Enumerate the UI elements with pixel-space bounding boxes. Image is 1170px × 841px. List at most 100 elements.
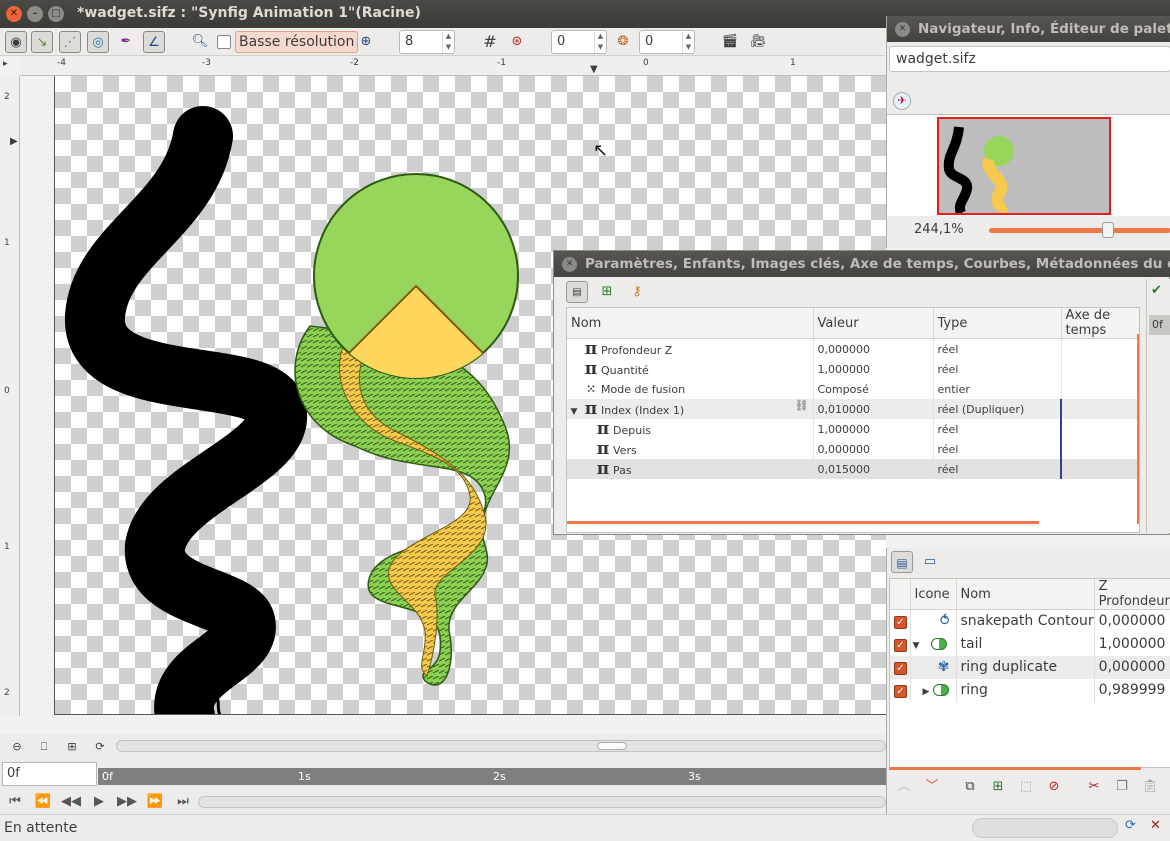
param-row[interactable]: ▼ π Index (Index 1) ⛓ 0,010000 réel (Dupliq…	[567, 399, 1139, 419]
radius-ducks-icon[interactable]: ◎	[87, 31, 109, 53]
layer-visible-checkbox[interactable]: ✓	[894, 662, 907, 675]
horizontal-scrollbar[interactable]	[116, 740, 886, 752]
expander-icon[interactable]: ▼	[567, 407, 581, 417]
layer-row[interactable]: ✓ ▼ tail 1,000000	[890, 632, 1170, 656]
onion-skin-icon[interactable]: ❂	[612, 31, 634, 53]
close-window-button[interactable]: ✕	[6, 6, 22, 22]
lock-icon[interactable]: ⎕	[33, 736, 55, 758]
zoom-icon[interactable]: 🔍︎	[189, 31, 211, 53]
zoom-out-icon[interactable]: ⊖	[6, 736, 28, 758]
col-header-value[interactable]: Valeur	[813, 308, 934, 339]
file-select[interactable]: wadget.sifz	[889, 46, 1170, 72]
paste-icon[interactable]: 📋︎	[1139, 776, 1161, 798]
layer-visible-checkbox[interactable]: ✓	[894, 639, 907, 652]
encapsulate-icon[interactable]: ⊞	[987, 776, 1009, 798]
minimize-window-button[interactable]: –	[27, 6, 43, 22]
snap-grid-icon[interactable]: ⊛	[506, 31, 528, 53]
scrollbar-thumb[interactable]	[597, 742, 627, 750]
col-header-type[interactable]: Type	[933, 308, 1062, 339]
param-row[interactable]: π Depuis 1,000000 réel	[567, 419, 1139, 439]
play-icon[interactable]: ▶	[88, 791, 110, 813]
col-header-name[interactable]: Nom	[956, 579, 1095, 610]
param-row[interactable]: π Pas 0,015000 réel	[567, 459, 1139, 479]
raise-layer-icon[interactable]: ︿	[893, 776, 915, 798]
angle-ducks-icon[interactable]: ∠	[143, 31, 165, 53]
param-value[interactable]: 0,000000	[813, 439, 934, 459]
layer-visible-checkbox[interactable]: ✓	[894, 685, 907, 698]
library-tab-icon[interactable]: ✔	[1151, 283, 1162, 298]
viewport-rect[interactable]	[937, 117, 1111, 217]
grid-icon[interactable]: #	[479, 31, 501, 53]
layer-name[interactable]: ring	[956, 678, 1095, 702]
vertex-ducks-icon[interactable]: ⋰	[59, 31, 81, 53]
onion-skin-future-spinner[interactable]: 0 ▲ ▼	[639, 30, 695, 54]
param-value[interactable]: 0,015000	[813, 459, 934, 479]
close-panel-button[interactable]: ✕	[562, 256, 577, 272]
snakepath-shape	[65, 106, 307, 714]
preview-icon[interactable]: 🎥︎	[747, 31, 769, 53]
col-header-timetrack[interactable]: Axe de temps	[1061, 308, 1139, 339]
param-row[interactable]: π Quantité 1,000000 réel	[567, 359, 1139, 379]
width-ducks-icon[interactable]: ✒	[115, 31, 137, 53]
grid-view-icon[interactable]: ⊞	[61, 736, 83, 758]
current-time-input[interactable]: 0f	[2, 762, 97, 786]
layer-name[interactable]: snakepath Contour	[956, 609, 1095, 633]
ruler-toggle-icon[interactable]: ▸	[3, 59, 8, 69]
layer-row[interactable]: ✓ ✾ ring duplicate 0,000000	[890, 655, 1170, 679]
layer-visible-checkbox[interactable]: ✓	[894, 616, 907, 630]
param-value[interactable]: Composé	[813, 379, 934, 399]
param-value[interactable]: 0,000000	[813, 338, 934, 359]
param-row[interactable]: π Profondeur Z 0,000000 réel	[567, 338, 1139, 359]
low-res-checkbox[interactable]	[217, 35, 231, 49]
duplicate-icon[interactable]: ⧉	[959, 776, 981, 798]
lower-layer-icon[interactable]: ﹀	[921, 776, 943, 798]
col-header-zdepth[interactable]: Z Profondeur	[1094, 579, 1170, 610]
zoom-slider[interactable]	[989, 228, 1170, 233]
col-header-name[interactable]: Nom	[567, 308, 814, 339]
maximize-window-button[interactable]: □	[48, 6, 64, 22]
select-all-icon[interactable]: ⬚	[1015, 776, 1037, 798]
library-folder-icon[interactable]: ▭	[919, 551, 941, 573]
param-value[interactable]: 1,000000	[813, 359, 934, 379]
render-icon[interactable]: 🎬︎	[719, 31, 741, 53]
children-tab-icon[interactable]: ⊞	[596, 281, 618, 303]
time-track[interactable]: 0f 1s 2s 3s	[98, 768, 886, 785]
tangent-ducks-icon[interactable]: ↘	[31, 31, 53, 53]
expander-icon[interactable]: ▼	[913, 641, 920, 651]
next-keyframe-icon[interactable]: ⏩	[144, 791, 166, 813]
close-panel-button[interactable]: ✕	[895, 21, 910, 37]
onion-past-spinner[interactable]: 8 ▲ ▼	[399, 30, 455, 54]
expander-icon[interactable]: ▶	[923, 687, 930, 697]
low-res-label[interactable]: Basse résolution	[235, 31, 359, 53]
onion-skin-past-spinner[interactable]: 0 ▲ ▼	[551, 30, 607, 54]
refresh-status-icon[interactable]: ⟳	[1125, 818, 1136, 833]
param-row[interactable]: π Vers 0,000000 réel	[567, 439, 1139, 459]
col-header-icon[interactable]: Icone	[910, 579, 957, 610]
prev-frame-icon[interactable]: ◀◀	[60, 791, 82, 813]
navigator-tab-icon[interactable]: ✈	[893, 92, 911, 110]
zoom-slider-handle[interactable]	[1102, 222, 1114, 238]
zoom-fit-icon[interactable]: ⊕	[355, 31, 377, 53]
layer-name[interactable]: ring duplicate	[956, 655, 1095, 679]
stop-icon[interactable]: ✕	[1150, 818, 1161, 833]
copy-icon[interactable]: ❐	[1111, 776, 1133, 798]
keyframes-tab-icon[interactable]: ⚷	[626, 281, 648, 303]
param-row[interactable]: ⁙ Mode de fusion Composé entier	[567, 379, 1139, 399]
delete-layer-icon[interactable]: ⊘	[1043, 776, 1065, 798]
param-value[interactable]: 1,000000	[813, 419, 934, 439]
layers-tab-icon[interactable]: ▤	[891, 551, 913, 573]
seek-end-icon[interactable]: ⏭	[172, 791, 194, 813]
toggle-ducks-icon[interactable]: ◉	[5, 31, 27, 53]
next-frame-icon[interactable]: ▶▶	[116, 791, 138, 813]
layer-row[interactable]: ✓ ⥀ snakepath Contour 0,000000	[890, 609, 1170, 633]
seek-begin-icon[interactable]: ⏮	[4, 791, 26, 813]
time-scrollbar[interactable]	[198, 796, 886, 808]
params-tab-icon[interactable]: ▤	[566, 281, 588, 303]
cut-icon[interactable]: ✂	[1083, 776, 1105, 798]
layer-name[interactable]: tail	[956, 632, 1095, 656]
refresh-icon[interactable]: ⟳	[89, 736, 111, 758]
layers-table-area: Icone Nom Z Profondeur ✓ ⥀ snakepath Con…	[889, 578, 1170, 768]
prev-keyframe-icon[interactable]: ⏪	[32, 791, 54, 813]
layer-row[interactable]: ✓ ▶ ring 0,989999	[890, 678, 1170, 702]
param-value[interactable]: 0,010000	[813, 399, 934, 419]
